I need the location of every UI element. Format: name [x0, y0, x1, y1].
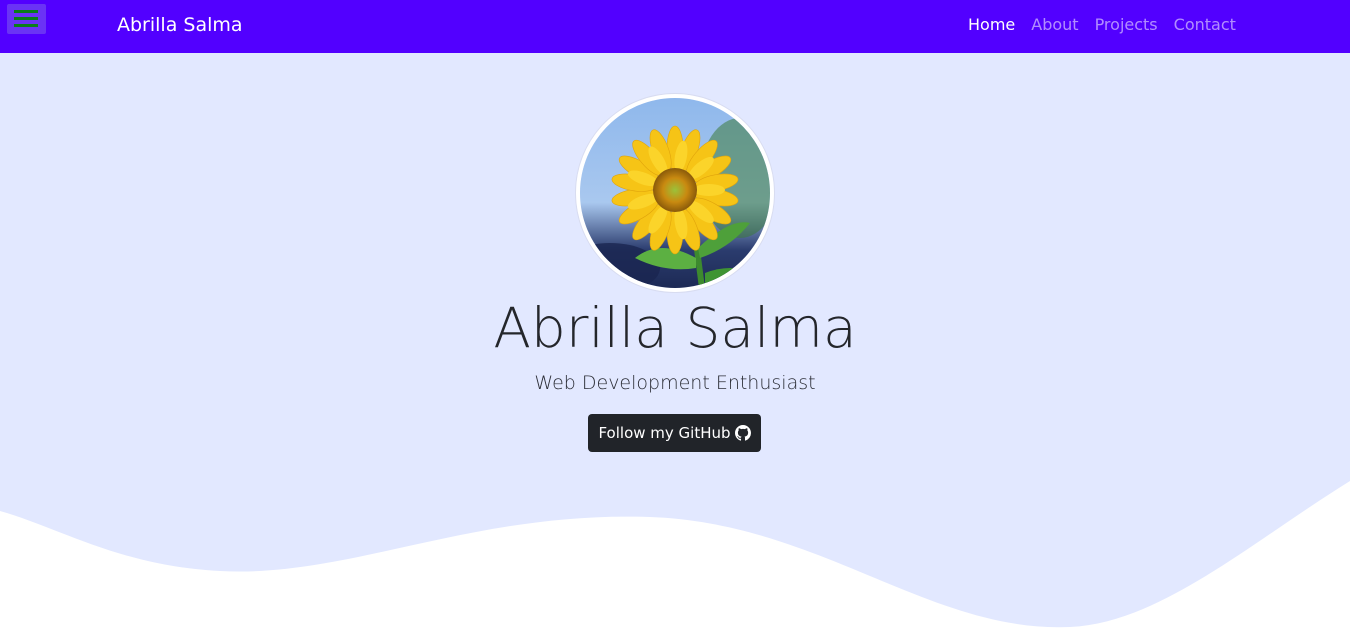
- nav-link-about[interactable]: About: [1023, 15, 1086, 35]
- nav-link-contact[interactable]: Contact: [1166, 15, 1244, 35]
- navbar: Abrilla Salma Home About Projects Contac…: [0, 0, 1350, 53]
- hero-section: Abrilla Salma Web Development Enthusiast…: [0, 53, 1350, 634]
- hero-name: Abrilla Salma: [493, 296, 857, 360]
- follow-github-button[interactable]: Follow my GitHub: [588, 414, 761, 452]
- navbar-brand[interactable]: Abrilla Salma: [117, 13, 243, 37]
- nav-link-projects[interactable]: Projects: [1087, 15, 1166, 35]
- avatar: [576, 94, 774, 292]
- nav-link-home[interactable]: Home: [960, 15, 1023, 35]
- sunflower-avatar-image: [580, 98, 770, 288]
- nav-links: Home About Projects Contact: [960, 15, 1244, 35]
- github-icon: [734, 425, 751, 441]
- follow-github-label: Follow my GitHub: [598, 424, 731, 442]
- hero-tagline: Web Development Enthusiast: [534, 372, 816, 394]
- hamburger-menu-icon[interactable]: [7, 4, 46, 34]
